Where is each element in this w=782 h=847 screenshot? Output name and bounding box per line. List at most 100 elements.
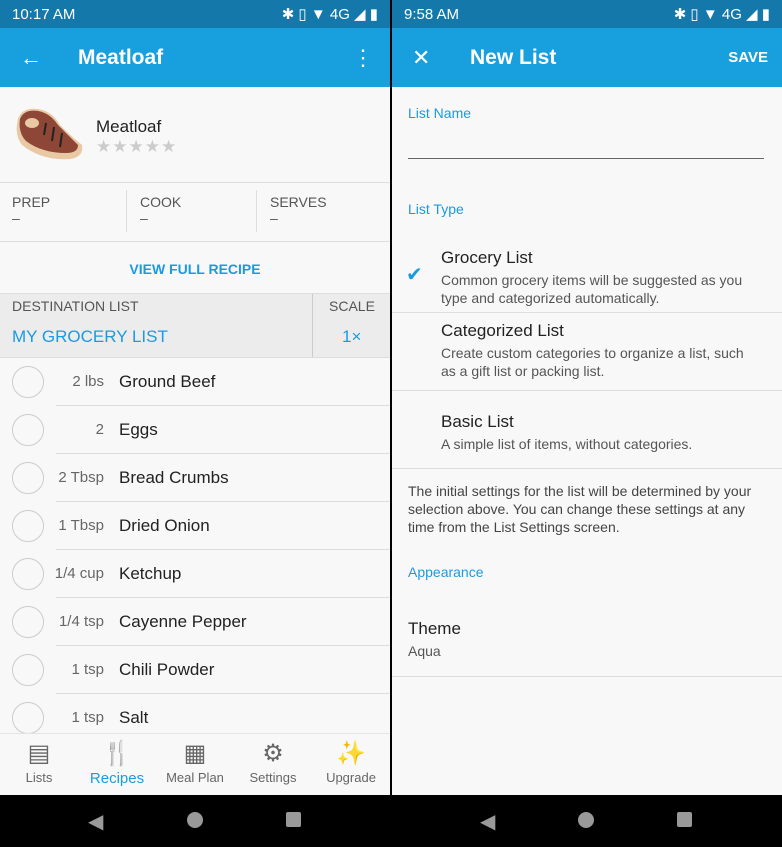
check-icon: ✔ <box>406 264 423 286</box>
cook-label: COOK <box>140 194 182 210</box>
ingredient-row[interactable]: 1 tsp Chili Powder <box>0 646 390 694</box>
tab-upgrade[interactable]: ✨ Upgrade <box>312 734 390 795</box>
system-nav-bar: ◀ ◀ <box>0 795 782 847</box>
view-full-recipe-button[interactable]: VIEW FULL RECIPE <box>0 261 390 277</box>
prep-label: PREP <box>12 194 51 210</box>
ingredient-quantity: 1/4 tsp <box>58 613 104 630</box>
list-name-input[interactable] <box>408 128 764 159</box>
scale-select[interactable]: 1× <box>342 327 361 347</box>
ingredient-checkbox[interactable] <box>12 510 44 542</box>
magic-wand-icon: ✨ <box>336 740 366 767</box>
ingredient-name: Cayenne Pepper <box>119 612 247 631</box>
recipe-panel: 10:17 AM ✱ ▯ ▼ 4G ◢ ▮ ← Meatloaf ⋮ Meatlo… <box>0 0 390 795</box>
cook-value: – <box>140 210 148 226</box>
ingredient-row[interactable]: 1 Tbsp Dried Onion <box>0 502 390 550</box>
ingredient-name: Chili Powder <box>119 660 215 679</box>
back-nav-icon[interactable]: ◀ <box>480 809 495 834</box>
save-button[interactable]: SAVE <box>728 49 768 66</box>
list-name-label: List Name <box>408 105 472 121</box>
calendar-icon: ▦ <box>183 740 207 767</box>
status-time: 9:58 AM <box>404 5 460 23</box>
ingredient-row[interactable]: 2 Tbsp Bread Crumbs <box>0 454 390 502</box>
cook-time: COOK – <box>140 194 181 226</box>
destination-list-bar: DESTINATION LIST MY GROCERY LIST SCALE 1… <box>0 293 390 358</box>
page-title: Meatloaf <box>78 45 164 69</box>
rating-stars[interactable]: ★★★★★ <box>96 137 177 157</box>
ingredient-checkbox[interactable] <box>12 654 44 686</box>
ingredient-quantity: 2 Tbsp <box>58 469 104 486</box>
serves-label: SERVES <box>270 194 327 210</box>
list-type-option[interactable]: Basic List A simple list of items, withou… <box>392 391 782 469</box>
ingredient-name: Ketchup <box>119 564 182 583</box>
destination-list-select[interactable]: MY GROCERY LIST <box>12 327 168 347</box>
more-options-icon[interactable]: ⋮ <box>352 45 374 71</box>
ingredient-quantity: 2 lbs <box>72 373 104 390</box>
home-nav-icon[interactable] <box>187 812 203 828</box>
ingredient-row[interactable]: 1/4 cup Ketchup <box>0 550 390 598</box>
ingredient-quantity: 1 tsp <box>71 709 104 726</box>
new-list-panel: 9:58 AM ✱ ▯ ▼ 4G ◢ ▮ ✕ New List SAVE List… <box>392 0 782 795</box>
recents-nav-icon[interactable] <box>677 812 692 827</box>
list-type-option[interactable]: Categorized List Create custom categories… <box>392 313 782 391</box>
option-title: Categorized List <box>441 321 564 340</box>
option-title: Basic List <box>441 412 514 431</box>
back-arrow-icon[interactable]: ← <box>20 45 42 71</box>
app-bar: ← Meatloaf ⋮ <box>0 28 390 87</box>
back-nav-icon[interactable]: ◀ <box>88 809 103 834</box>
prep-value: – <box>12 210 20 226</box>
ingredient-quantity: 1 tsp <box>71 661 104 678</box>
list-type-label: List Type <box>408 201 464 217</box>
list-type-option[interactable]: ✔ Grocery List Common grocery items will b… <box>392 240 782 313</box>
tab-settings[interactable]: ⚙ Settings <box>234 734 312 795</box>
option-description: A simple list of items, without categori… <box>441 436 693 452</box>
appearance-label: Appearance <box>408 564 484 580</box>
tab-label: Meal Plan <box>166 770 224 785</box>
scale-label: SCALE <box>329 298 375 314</box>
tab-label: Settings <box>249 770 297 785</box>
steak-icon <box>12 105 84 161</box>
ingredient-checkbox[interactable] <box>12 558 44 590</box>
tab-meal-plan[interactable]: ▦ Meal Plan <box>156 734 234 795</box>
recents-nav-icon[interactable] <box>286 812 301 827</box>
tab-label: Recipes <box>89 770 145 787</box>
ingredient-checkbox[interactable] <box>12 366 44 398</box>
status-icons: ✱ ▯ ▼ 4G ◢ ▮ <box>673 6 770 23</box>
theme-value: Aqua <box>408 643 441 659</box>
option-title: Grocery List <box>441 248 533 267</box>
fork-spoon-icon: 🍴 <box>102 740 132 767</box>
option-description: Create custom categories to organize a l… <box>441 345 744 379</box>
list-type-note: The initial settings for the list will b… <box>408 483 752 535</box>
home-nav-icon[interactable] <box>578 812 594 828</box>
tab-label: Lists <box>25 770 53 785</box>
theme-label: Theme <box>408 619 461 638</box>
close-icon[interactable]: ✕ <box>412 45 430 71</box>
tab-lists[interactable]: ▤ Lists <box>0 734 78 795</box>
page-title: New List <box>470 45 557 69</box>
option-description: Common grocery items will be suggested a… <box>441 272 743 306</box>
status-bar: 9:58 AM ✱ ▯ ▼ 4G ◢ ▮ <box>392 0 782 28</box>
serves: SERVES – <box>270 194 327 226</box>
ingredient-quantity: 1/4 cup <box>54 565 104 582</box>
ingredient-quantity: 1 Tbsp <box>58 517 104 534</box>
status-icons: ✱ ▯ ▼ 4G ◢ ▮ <box>281 6 378 23</box>
ingredient-row[interactable]: 1/4 tsp Cayenne Pepper <box>0 598 390 646</box>
ingredient-row[interactable]: 2 Eggs <box>0 406 390 454</box>
gear-icon: ⚙ <box>262 740 284 767</box>
status-time: 10:17 AM <box>12 5 76 23</box>
bottom-tab-bar: ▤ Lists 🍴 Recipes ▦ Meal Plan ⚙ Settings ✨ Upgrad… <box>0 733 390 795</box>
prep-time: PREP – <box>12 194 50 226</box>
app-bar: ✕ New List SAVE <box>392 28 782 87</box>
recipe-name: Meatloaf <box>96 117 162 136</box>
ingredient-row[interactable]: 2 lbs Ground Beef <box>0 358 390 406</box>
destination-label: DESTINATION LIST <box>12 298 139 314</box>
ingredient-checkbox[interactable] <box>12 462 44 494</box>
theme-setting[interactable]: Theme Aqua <box>392 603 782 677</box>
tab-recipes[interactable]: 🍴 Recipes <box>78 734 156 795</box>
ingredient-checkbox[interactable] <box>12 606 44 638</box>
ingredient-name: Bread Crumbs <box>119 468 229 487</box>
ingredient-checkbox[interactable] <box>12 702 44 734</box>
ingredient-checkbox[interactable] <box>12 414 44 446</box>
ingredient-name: Ground Beef <box>119 372 216 391</box>
ingredient-name: Dried Onion <box>119 516 210 535</box>
ingredient-name: Eggs <box>119 420 158 439</box>
